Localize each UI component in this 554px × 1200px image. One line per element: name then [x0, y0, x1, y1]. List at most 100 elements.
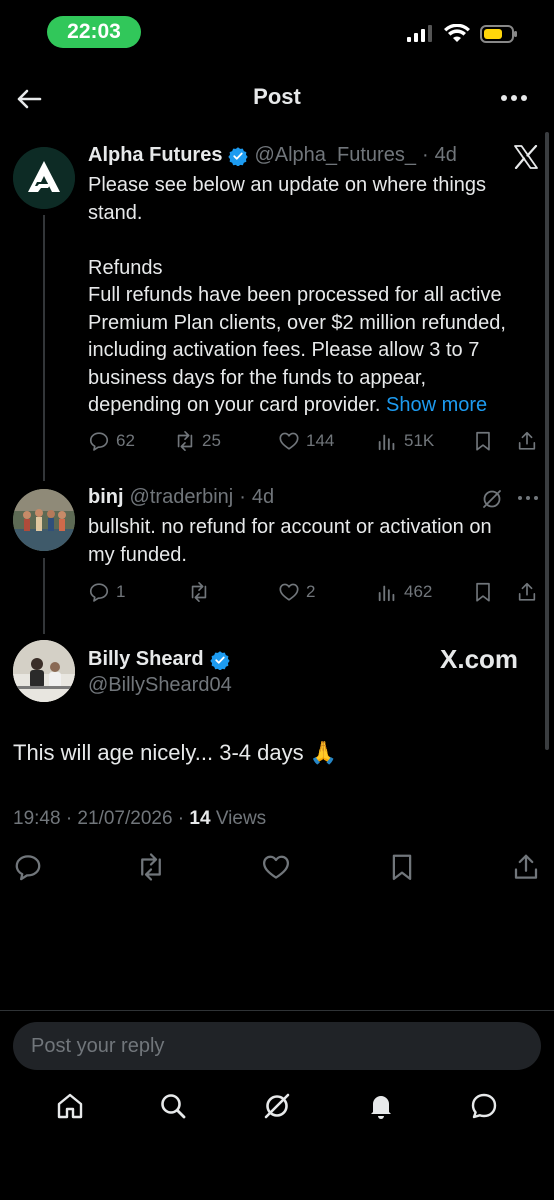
repost-icon — [191, 582, 207, 602]
like-icon[interactable] — [261, 852, 291, 882]
tweet1-line: Please see below an update on where thin… — [88, 174, 487, 196]
tweet2-text: bullshit. no refund for account or activ… — [88, 514, 538, 569]
tweet1-actions: 62 25 144 51K — [88, 428, 540, 454]
like-button[interactable]: 144 — [278, 430, 334, 452]
bookmark-button[interactable] — [472, 581, 494, 603]
tweet1-handle[interactable]: @Alpha_Futures_ — [254, 144, 416, 167]
views-icon — [378, 585, 395, 602]
avatar-alpha-futures[interactable] — [13, 147, 75, 209]
repost-button[interactable] — [188, 581, 210, 603]
tweet2-line: bullshit. no refund for account or activ… — [88, 516, 492, 538]
alpha-futures-logo-icon — [13, 147, 75, 209]
cellular-signal-icon — [407, 25, 432, 42]
avatar-binj[interactable] — [13, 489, 75, 551]
tweet1-line: stand. — [88, 201, 143, 224]
reply-icon[interactable] — [13, 852, 43, 882]
tweet2-age[interactable]: 4d — [252, 486, 274, 509]
main-post-text: This will age nicely... 3-4 days 🙏 — [13, 740, 338, 765]
verified-icon — [209, 650, 230, 670]
share-icon[interactable] — [511, 852, 541, 882]
bookmark-icon — [476, 431, 490, 451]
home-icon[interactable] — [54, 1090, 86, 1122]
repost-button[interactable]: 25 — [174, 430, 221, 452]
tweet1-line: including activation fees. Please allow … — [88, 339, 480, 361]
divider — [0, 1010, 554, 1011]
wifi-icon — [444, 24, 470, 42]
tweet1-line-last: depending on your card provider. Show mo… — [88, 392, 538, 420]
avatar-photo — [13, 489, 75, 551]
repost-icon[interactable] — [136, 852, 166, 882]
grok-icon[interactable] — [481, 488, 503, 510]
like-icon — [279, 583, 299, 601]
scrollbar[interactable] — [545, 132, 549, 750]
tweet1-separator: · — [421, 144, 429, 166]
show-more-link[interactable]: Show more — [386, 394, 487, 416]
repost-icon — [177, 431, 193, 451]
like-count: 144 — [306, 431, 335, 450]
reply-count: 62 — [116, 431, 135, 450]
views-count: 51K — [404, 431, 435, 450]
like-button[interactable]: 2 — [278, 581, 315, 603]
tweet1-text: Please see below an update on where thin… — [88, 172, 538, 420]
status-time: 22:03 — [47, 16, 141, 48]
share-button[interactable] — [516, 430, 538, 452]
tweet1-line: depending on your card provider. — [88, 394, 381, 416]
tweet1-header: Alpha Futures @Alpha_Futures_ · 4d — [88, 144, 457, 167]
more-icon[interactable] — [500, 90, 528, 106]
like-count: 2 — [306, 582, 316, 601]
avatar-photo — [13, 640, 75, 702]
share-icon — [518, 582, 536, 601]
thread-connector — [43, 558, 45, 634]
tweet1-line — [88, 227, 538, 255]
reply-icon — [89, 583, 109, 602]
tweet2-header: binj @traderbinj · 4d — [88, 486, 274, 509]
x-com-badge: X.com — [440, 644, 519, 674]
views-button[interactable]: 462 — [376, 581, 432, 603]
tweet1-line: Premium Plan clients, over $2 million re… — [88, 311, 506, 334]
bottom-nav — [0, 1090, 554, 1122]
tweet1-author-name[interactable]: Alpha Futures — [88, 144, 222, 167]
main-post-handle[interactable]: @BillySheard04 — [88, 674, 232, 697]
search-icon[interactable] — [157, 1090, 189, 1122]
tweet2-actions: 1 2 462 — [88, 579, 540, 605]
tweet2-line: my funded. — [88, 543, 187, 566]
repost-count: 25 — [202, 431, 221, 450]
messages-icon[interactable] — [468, 1090, 500, 1122]
tweet2-separator: · — [239, 486, 246, 508]
reply-button[interactable]: 1 — [88, 581, 125, 603]
reply-button[interactable]: 62 — [88, 430, 135, 452]
thread-connector — [43, 215, 45, 481]
avatar-billy-sheard[interactable] — [13, 640, 75, 702]
reply-icon — [89, 432, 109, 451]
main-post-actions — [13, 852, 541, 882]
main-post-timestamp[interactable]: 19:48 · 21/07/2026 · — [13, 808, 189, 829]
views-count: 462 — [404, 582, 433, 601]
tweet2-handle[interactable]: @traderbinj — [130, 486, 234, 509]
share-button[interactable] — [516, 581, 538, 603]
grok-icon[interactable] — [261, 1090, 293, 1122]
tweet1-line: business days for the funds to appear, — [88, 366, 426, 389]
more-icon[interactable] — [517, 494, 539, 502]
main-post-author-name[interactable]: Billy Sheard — [88, 648, 204, 671]
bookmark-icon[interactable] — [387, 852, 417, 882]
tweet1-line: Full refunds have been processed for all… — [88, 284, 502, 306]
verified-icon — [228, 146, 249, 166]
reply-count: 1 — [116, 582, 126, 601]
bookmark-icon — [476, 582, 490, 602]
main-post-header: Billy Sheard — [88, 648, 230, 671]
tweet1-line: Refunds — [88, 256, 163, 279]
bookmark-button[interactable] — [472, 430, 494, 452]
tweet1-age[interactable]: 4d — [435, 144, 457, 167]
tweet2-author-name[interactable]: binj — [88, 486, 124, 509]
views-button[interactable]: 51K — [376, 430, 434, 452]
page-title: Post — [253, 84, 301, 109]
notifications-icon[interactable] — [365, 1090, 397, 1122]
main-post-views-count: 14 — [189, 808, 211, 829]
like-icon — [279, 432, 299, 450]
reply-input[interactable]: Post your reply — [13, 1022, 541, 1070]
status-icons — [406, 24, 518, 44]
x-logo-icon — [514, 145, 538, 169]
main-post-views-label[interactable]: Views — [211, 808, 266, 829]
share-icon — [518, 431, 536, 450]
main-post-meta: 19:48 · 21/07/2026 · 14 Views — [13, 808, 266, 830]
